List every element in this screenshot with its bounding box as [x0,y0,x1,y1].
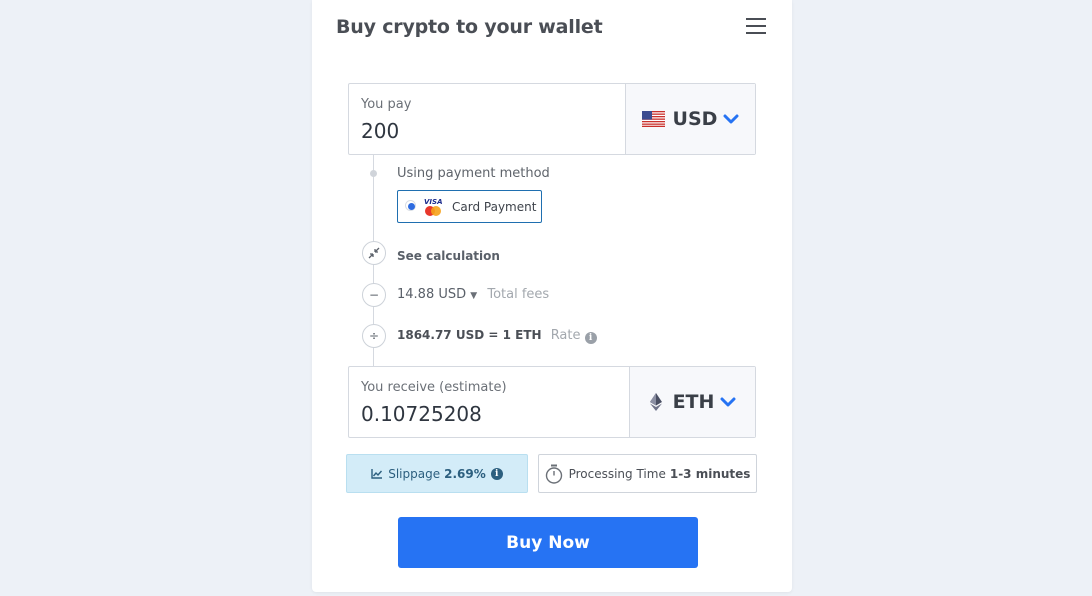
pay-currency-select[interactable]: USD [625,84,755,154]
connector-line [373,264,374,284]
pay-amount-input[interactable]: 200 [361,119,399,143]
receive-currency-select[interactable]: ETH [629,367,755,437]
card-payment-label: Card Payment [452,200,537,214]
slippage-badge[interactable]: Slippage 2.69% i [346,454,528,493]
receive-amount: 0.10725208 [361,402,482,426]
info-icon: i [490,467,503,480]
receive-box: You receive (estimate) 0.10725208 ETH [348,366,756,438]
fees-dropdown[interactable]: 14.88 USD ▼ Total fees [397,287,549,302]
timeline-dot [370,170,377,177]
us-flag-icon [641,111,665,127]
receive-currency-label: ETH [672,391,715,413]
rate-row: 1864.77 USD = 1 ETH Rate i [397,328,597,344]
connector-line [373,306,374,324]
minus-icon: − [362,283,386,307]
pay-box: You pay 200 USD [348,83,756,155]
processing-label: Processing Time [568,466,666,481]
divide-icon: ÷ [362,324,386,348]
buy-widget-card: Buy crypto to your wallet You pay 200 US… [312,0,792,592]
chevron-down-icon [723,114,739,124]
svg-text:VISA: VISA [424,198,442,206]
fees-label: Total fees [487,287,550,302]
info-icon[interactable]: i [584,332,597,344]
compress-icon[interactable] [362,241,386,265]
stopwatch-icon [545,464,562,484]
receive-label: You receive (estimate) [361,380,507,395]
fees-value: 14.88 USD [397,287,467,302]
see-calculation-link[interactable]: See calculation [397,249,500,263]
menu-icon[interactable] [746,18,766,35]
slippage-label: Slippage [388,466,441,481]
chevron-down-icon [720,397,736,407]
processing-time-badge: Processing Time 1-3 minutes [538,454,757,493]
chart-icon [371,468,383,479]
card-payment-option[interactable]: VISA Card Payment [397,190,542,223]
processing-value: 1-3 minutes [669,466,751,481]
connector-line [373,346,374,366]
pay-label: You pay [361,97,412,112]
slippage-value: 2.69% [444,466,486,481]
connector-line [373,154,374,242]
payment-method-label: Using payment method [397,166,550,181]
radio-selected [408,203,415,210]
buy-now-button[interactable]: Buy Now [398,517,698,568]
rate-label: Rate [550,328,581,343]
caret-down-icon: ▼ [470,291,478,301]
rate-value: 1864.77 USD = 1 ETH [397,328,542,342]
page-title: Buy crypto to your wallet [336,16,603,38]
card-brands-icon: VISA [424,198,442,216]
eth-icon [649,393,662,411]
pay-currency-label: USD [672,108,718,130]
